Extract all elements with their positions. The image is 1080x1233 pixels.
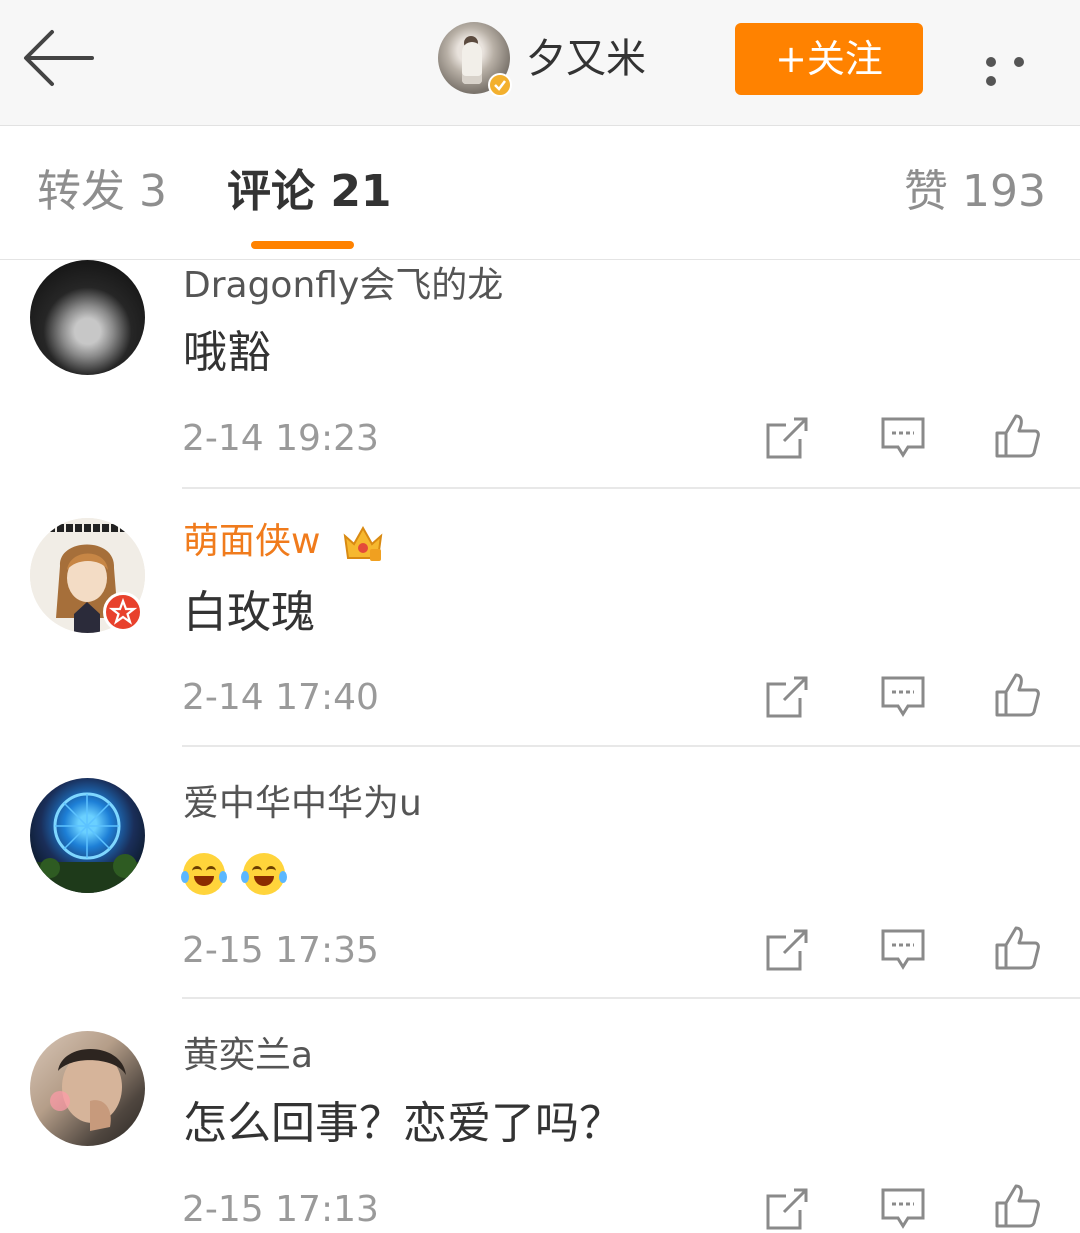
comment-text: 怎么回事？恋爱了吗？ — [183, 1098, 623, 1149]
tab-bar: 转发 3 评论 21 赞 193 — [0, 126, 1080, 260]
vip-badge-icon — [103, 592, 143, 632]
share-icon[interactable] — [764, 674, 810, 720]
reply-icon[interactable] — [880, 415, 926, 461]
like-icon[interactable] — [994, 925, 1040, 971]
top-bar: 夕又米 +关注 — [0, 0, 1080, 126]
comment-time: 2-14 19:23 — [182, 418, 379, 459]
commenter-avatar[interactable] — [30, 778, 145, 893]
commenter-avatar[interactable] — [30, 1031, 145, 1146]
verified-badge-icon — [488, 73, 512, 97]
commenter-avatar[interactable] — [30, 260, 145, 375]
like-icon[interactable] — [994, 1183, 1040, 1229]
commenter-name-text[interactable]: 萌面侠w — [183, 521, 320, 562]
comment-time: 2-14 17:40 — [182, 677, 379, 718]
active-tab-indicator — [251, 241, 354, 249]
comment-time: 2-15 17:35 — [182, 930, 379, 971]
more-icon[interactable] — [986, 52, 1058, 86]
vip-crown-icon — [342, 522, 384, 564]
follow-button[interactable]: +关注 — [735, 23, 923, 95]
comment-item: 爱中华中华为u 2-15 17:35 — [0, 747, 1080, 999]
reply-icon[interactable] — [880, 674, 926, 720]
comment-time: 2-15 17:13 — [182, 1189, 379, 1230]
like-icon[interactable] — [994, 413, 1040, 459]
commenter-name[interactable]: 爱中华中华为u — [183, 781, 422, 827]
tab-comment[interactable]: 评论 21 — [227, 164, 392, 220]
share-icon[interactable] — [764, 927, 810, 973]
reply-icon[interactable] — [880, 1186, 926, 1232]
comment-text: 哦豁 — [183, 327, 271, 378]
share-icon[interactable] — [764, 1186, 810, 1232]
tab-likes[interactable]: 赞 193 — [904, 164, 1046, 220]
like-icon[interactable] — [994, 672, 1040, 718]
commenter-name[interactable]: 萌面侠w — [183, 519, 384, 565]
comment-text: 白玫瑰 — [183, 587, 315, 638]
author-name[interactable]: 夕又米 — [526, 32, 646, 86]
comment-item: Dragonfly会飞的龙 哦豁 2-14 19:23 — [0, 259, 1080, 489]
comment-text — [181, 844, 289, 900]
commenter-name[interactable]: 黄奕兰a — [183, 1033, 313, 1079]
commenter-name[interactable]: Dragonfly会飞的龙 — [183, 263, 503, 309]
comment-item: 萌面侠w 白玫瑰 2-14 17:40 — [0, 489, 1080, 747]
laugh-cry-emoji-icon — [181, 853, 227, 895]
tab-repost[interactable]: 转发 3 — [37, 164, 167, 220]
avatar-figure-body — [462, 42, 482, 84]
back-arrow-icon[interactable] — [22, 28, 98, 88]
share-icon[interactable] — [764, 415, 810, 461]
laugh-cry-emoji-icon — [241, 853, 287, 895]
comment-item: 黄奕兰a 怎么回事？恋爱了吗？ 2-15 17:13 — [0, 999, 1080, 1232]
reply-icon[interactable] — [880, 927, 926, 973]
